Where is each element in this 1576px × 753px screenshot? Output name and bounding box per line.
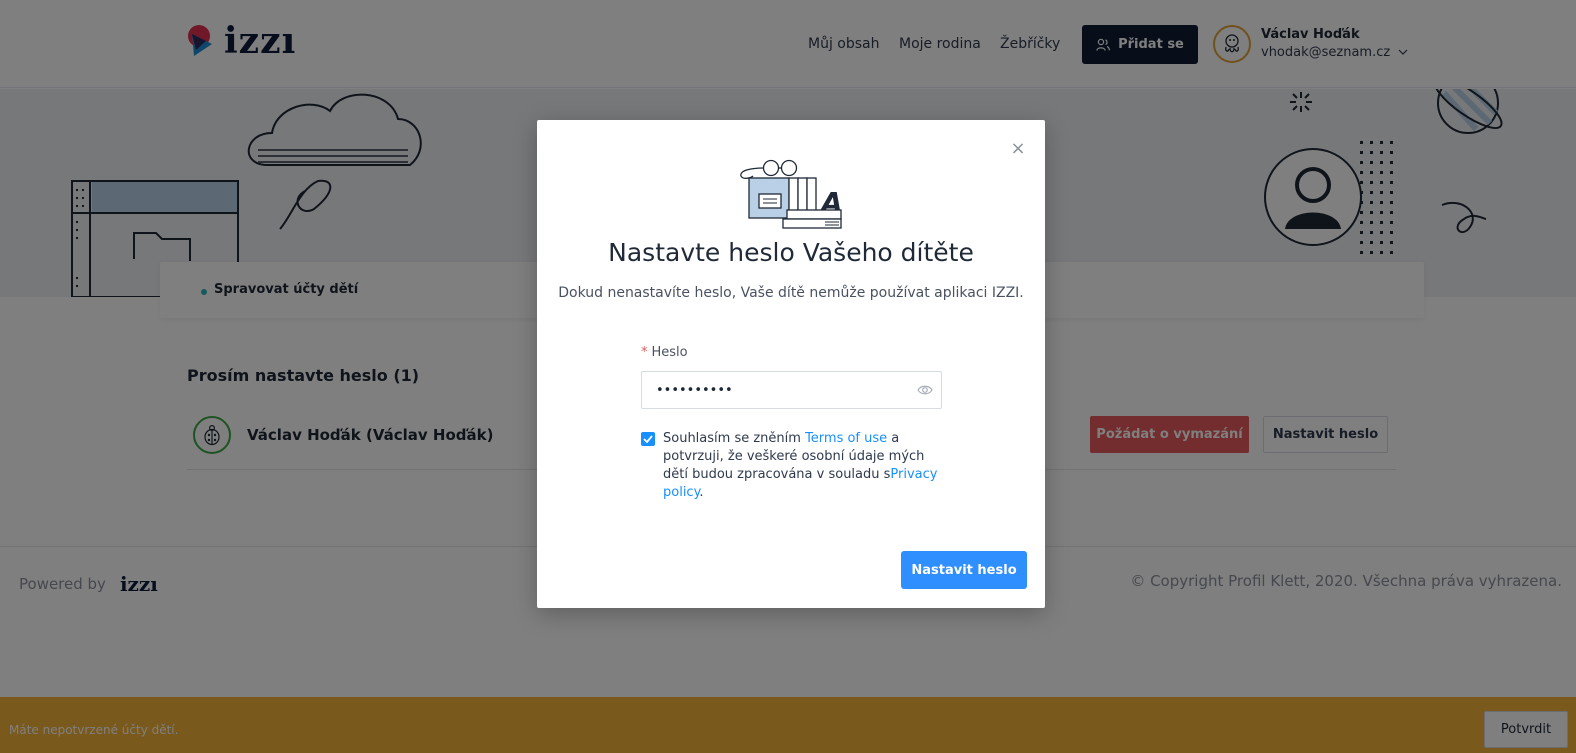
- password-input[interactable]: [641, 371, 942, 409]
- modal-title: Nastavte heslo Vašeho dítěte: [608, 238, 974, 267]
- close-icon[interactable]: ×: [1009, 140, 1027, 158]
- password-label-text: Heslo: [651, 345, 688, 360]
- password-label: * Heslo: [641, 345, 688, 360]
- consent-part3: .: [699, 485, 704, 500]
- consent-part1: Souhlasím se zněním: [663, 431, 806, 446]
- books-illustration-icon: A: [740, 159, 843, 229]
- terms-of-use-link[interactable]: Terms of use: [805, 431, 887, 446]
- consent-text: Souhlasím se zněním Terms of use a potvr…: [663, 430, 953, 502]
- submit-password-button[interactable]: Nastavit heslo: [901, 551, 1027, 589]
- modal-subtitle: Dokud nenastavíte heslo, Vaše dítě nemůž…: [558, 285, 1024, 301]
- check-icon: [643, 435, 653, 443]
- consent-checkbox[interactable]: [641, 432, 655, 446]
- eye-icon[interactable]: [917, 382, 933, 398]
- required-asterisk: *: [641, 345, 648, 360]
- set-password-modal: × A Nastavte heslo Vašeho dítěte Dokud n…: [537, 120, 1045, 608]
